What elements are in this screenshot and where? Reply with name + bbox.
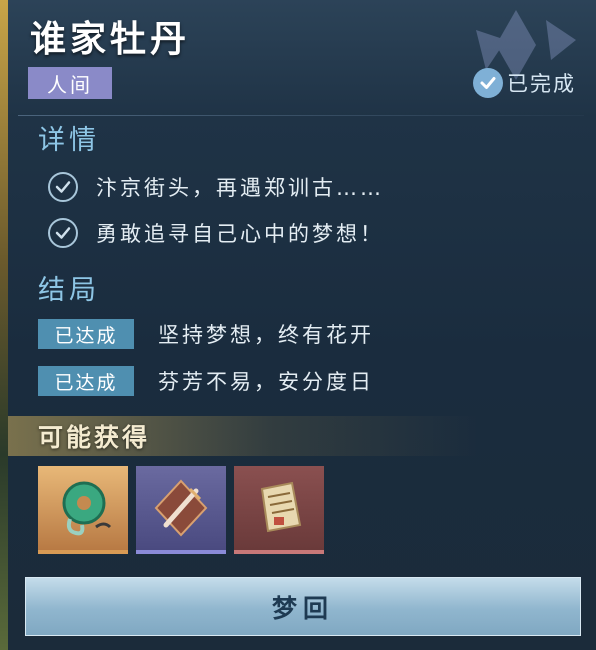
details-heading: 详情	[38, 125, 100, 156]
reward-slot-jade[interactable]	[38, 466, 128, 554]
ending-text: 坚持梦想，终有花开	[158, 323, 374, 347]
achieved-badge: 已达成	[38, 366, 134, 396]
detail-text: 勇敢追寻自己心中的梦想！	[96, 222, 384, 246]
detail-item: 汴京街头，再遇郑训古……	[48, 172, 384, 202]
paper-scroll-icon	[260, 481, 302, 533]
reward-slot-dagger[interactable]	[136, 466, 226, 554]
reward-slot-scroll[interactable]	[234, 466, 324, 554]
header-divider	[18, 115, 584, 116]
dagger-icon	[154, 479, 208, 537]
ending-text: 芬芳不易，安分度日	[158, 370, 374, 394]
detail-item: 勇敢追寻自己心中的梦想！	[48, 218, 384, 248]
check-circle-icon	[473, 68, 503, 98]
ending-item: 已达成 坚持梦想，终有花开	[38, 319, 374, 349]
status-label: 已完成	[507, 72, 576, 96]
detail-text: 汴京街头，再遇郑训古……	[96, 176, 384, 200]
quest-title: 谁家牡丹	[30, 19, 191, 60]
jade-pendant-icon	[62, 481, 112, 536]
check-icon	[48, 218, 78, 248]
rewards-heading: 可能获得	[38, 423, 151, 452]
endings-heading: 结局	[38, 275, 100, 306]
side-border	[0, 0, 8, 650]
check-icon	[48, 172, 78, 202]
realm-tag: 人间	[28, 67, 112, 99]
replay-button[interactable]: 梦回	[25, 577, 581, 636]
ending-item: 已达成 芬芳不易，安分度日	[38, 366, 374, 396]
achieved-badge: 已达成	[38, 319, 134, 349]
completion-status: 已完成	[473, 66, 576, 100]
